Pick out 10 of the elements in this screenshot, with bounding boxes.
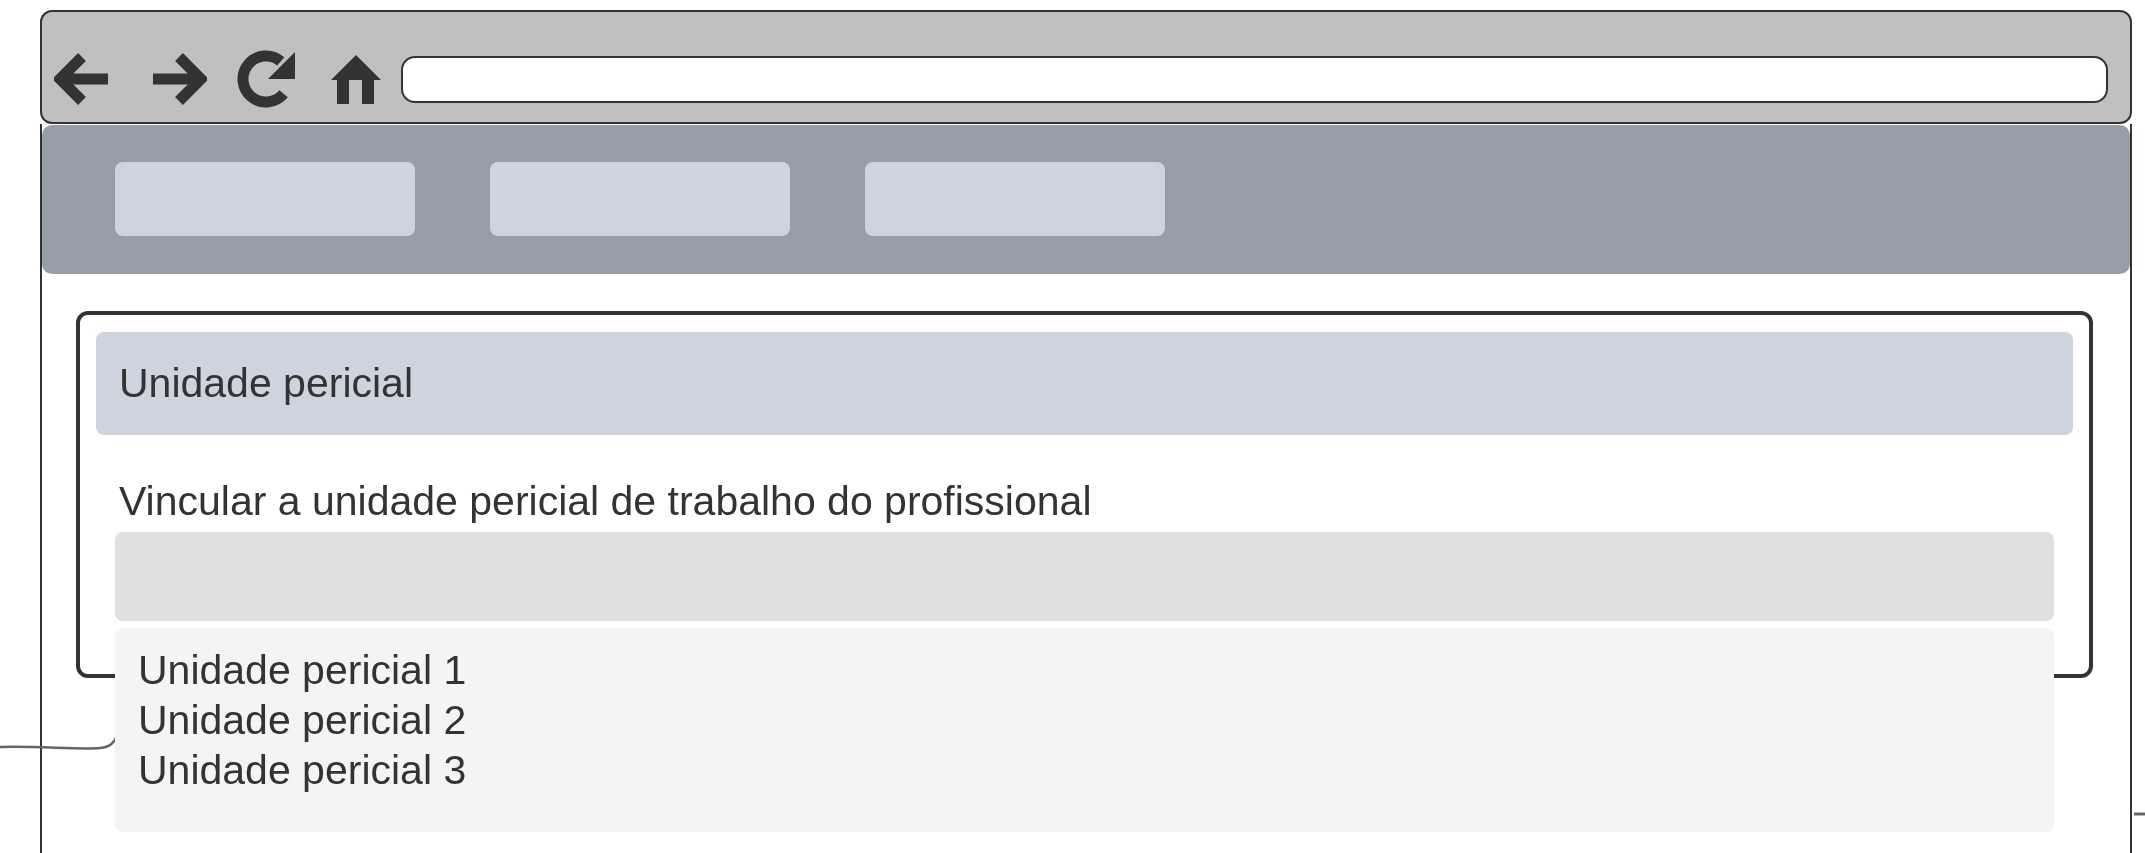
address-bar[interactable] bbox=[401, 55, 2108, 103]
dropdown-option[interactable]: Unidade pericial 2 bbox=[130, 695, 475, 745]
connector-line bbox=[2134, 812, 2145, 816]
refresh-icon[interactable] bbox=[237, 50, 295, 108]
dropdown-option[interactable]: Unidade pericial 3 bbox=[130, 745, 475, 795]
field-label: Vincular a unidade pericial de trabalho do profissional bbox=[119, 478, 1092, 524]
dropdown-option[interactable]: Unidade pericial 1 bbox=[130, 645, 475, 695]
select-field[interactable] bbox=[115, 532, 2054, 621]
panel-title: Unidade pericial bbox=[119, 360, 413, 407]
home-icon[interactable] bbox=[331, 54, 381, 104]
